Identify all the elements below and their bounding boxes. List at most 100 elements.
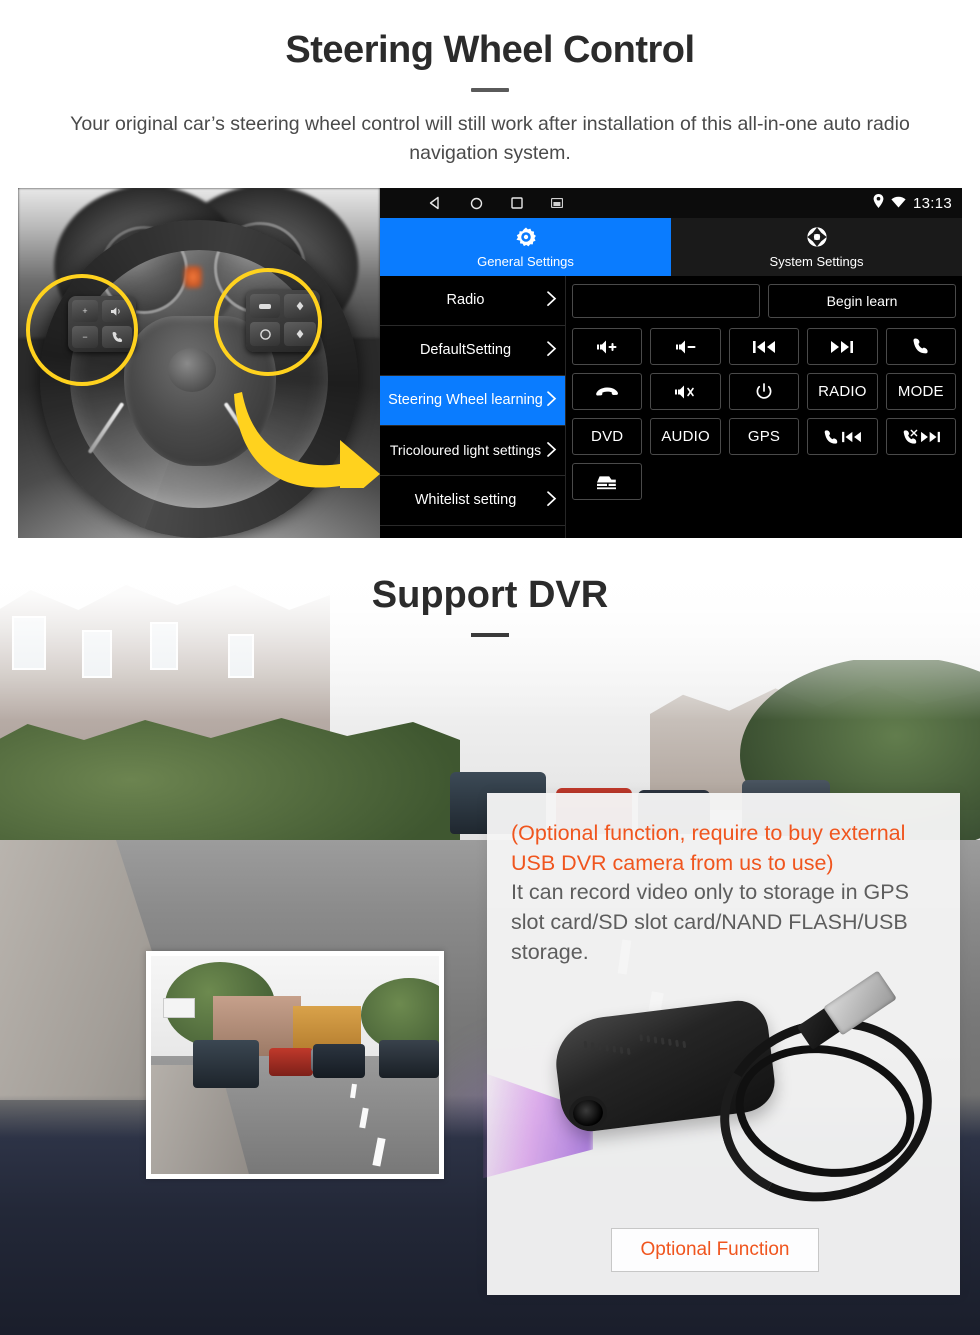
previous-track-icon bbox=[752, 340, 775, 353]
dvr-title-divider bbox=[471, 633, 509, 637]
key-call-end-next[interactable] bbox=[885, 418, 956, 455]
wifi-icon bbox=[891, 195, 906, 212]
thumb-car-right bbox=[379, 1040, 439, 1078]
key-next-track[interactable] bbox=[807, 328, 878, 365]
key-radio[interactable]: RADIO bbox=[807, 373, 878, 410]
key-mode-label: MODE bbox=[897, 383, 944, 400]
dvr-storage-note: It can record video only to storage in G… bbox=[511, 880, 909, 964]
menu-item-radio-label: Radio bbox=[446, 292, 485, 309]
power-icon bbox=[756, 382, 772, 399]
settings-body: Radio DefaultSetting Steering Wheel lear… bbox=[380, 276, 962, 538]
product-feature-page: Steering Wheel Control Your original car… bbox=[0, 0, 980, 1335]
dashcam-thumbnail bbox=[146, 951, 444, 1179]
aperture-icon bbox=[806, 226, 828, 251]
dvr-title: Support DVR bbox=[371, 574, 609, 616]
begin-learn-label: Begin learn bbox=[826, 293, 898, 309]
learnable-key-grid: RADIO MODE DVD AUDIO GPS bbox=[572, 328, 956, 500]
key-mode[interactable]: MODE bbox=[885, 373, 956, 410]
menu-item-radio[interactable]: Radio bbox=[380, 276, 565, 326]
menu-item-defaultsetting-label: DefaultSetting bbox=[419, 342, 512, 359]
volume-down-icon bbox=[675, 340, 696, 353]
menu-item-tricoloured-light-settings[interactable]: Tricoloured light settings bbox=[380, 426, 565, 476]
next-track-icon bbox=[831, 340, 854, 353]
menu-item-tricoloured-light-settings-label: Tricoloured light settings bbox=[389, 442, 542, 459]
steering-wheel-control-section: Steering Wheel Control Your original car… bbox=[0, 0, 980, 540]
key-power[interactable] bbox=[728, 373, 800, 410]
page-title: Steering Wheel Control bbox=[285, 29, 695, 71]
menu-item-steering-wheel-learning-label: Steering Wheel learning bbox=[388, 392, 543, 409]
key-audio[interactable]: AUDIO bbox=[650, 418, 721, 455]
key-gps[interactable]: GPS bbox=[728, 418, 800, 455]
key-volume-down[interactable] bbox=[650, 328, 721, 365]
key-call-previous[interactable] bbox=[807, 418, 878, 455]
highlight-circle-right bbox=[214, 268, 322, 376]
usb-dvr-camera-photo bbox=[483, 968, 954, 1227]
android-nav-bar bbox=[428, 196, 563, 210]
key-call[interactable] bbox=[885, 328, 956, 365]
status-time: 13:13 bbox=[912, 194, 952, 212]
key-gps-label: GPS bbox=[747, 428, 781, 445]
recents-icon[interactable] bbox=[511, 197, 523, 209]
settings-menu-list: Radio DefaultSetting Steering Wheel lear… bbox=[380, 276, 566, 538]
chevron-right-icon bbox=[546, 490, 557, 511]
tab-system-settings-label: System Settings bbox=[769, 253, 864, 269]
dvr-optional-notice: (Optional function, require to buy exter… bbox=[511, 821, 906, 875]
optional-function-button[interactable]: Optional Function bbox=[611, 1228, 819, 1272]
screenshot-icon[interactable] bbox=[551, 198, 563, 208]
volume-up-icon bbox=[597, 340, 617, 353]
key-previous-track[interactable] bbox=[728, 328, 800, 365]
android-status-bar: 13:13 bbox=[380, 188, 962, 218]
chevron-right-icon bbox=[546, 340, 557, 361]
key-audio-label: AUDIO bbox=[661, 428, 710, 445]
thumb-car-red bbox=[269, 1048, 313, 1076]
curved-arrow-icon bbox=[234, 392, 380, 508]
next-track-icon bbox=[920, 431, 940, 442]
thumb-car-suv bbox=[193, 1040, 259, 1088]
mute-icon bbox=[674, 385, 694, 398]
call-icon bbox=[825, 429, 838, 444]
pointer-arrow bbox=[232, 378, 380, 508]
key-dvd[interactable]: DVD bbox=[572, 418, 643, 455]
learned-key-display[interactable] bbox=[572, 284, 760, 318]
panel-top-row: Begin learn bbox=[572, 284, 956, 318]
menu-item-whitelist-setting-label: Whitelist setting bbox=[414, 492, 517, 509]
optional-function-label: Optional Function bbox=[640, 1239, 790, 1260]
location-pin-icon bbox=[873, 194, 884, 212]
steering-description: Your original car’s steering wheel contr… bbox=[70, 112, 910, 165]
tab-system-settings[interactable]: System Settings bbox=[671, 218, 962, 276]
key-hangup[interactable] bbox=[572, 373, 643, 410]
gear-icon bbox=[515, 226, 537, 251]
airbag-center bbox=[168, 348, 216, 392]
key-car[interactable] bbox=[572, 463, 643, 500]
menu-item-defaultsetting[interactable]: DefaultSetting bbox=[380, 326, 565, 376]
thumb-roadsign bbox=[163, 998, 195, 1018]
back-icon[interactable] bbox=[428, 196, 442, 210]
previous-track-icon bbox=[842, 431, 862, 442]
home-icon[interactable] bbox=[470, 197, 483, 210]
settings-tab-bar: General Settings System Settings bbox=[380, 218, 962, 276]
thumb-car-black bbox=[313, 1044, 365, 1078]
car-icon bbox=[597, 475, 617, 489]
tab-general-settings-label: General Settings bbox=[477, 253, 574, 269]
key-mute[interactable] bbox=[650, 373, 721, 410]
menu-item-whitelist-setting[interactable]: Whitelist setting bbox=[380, 476, 565, 526]
call-end-icon bbox=[903, 429, 918, 444]
dvr-info-panel: (Optional function, require to buy exter… bbox=[483, 793, 960, 1295]
key-volume-up[interactable] bbox=[572, 328, 643, 365]
hangup-icon bbox=[596, 387, 619, 396]
key-radio-label: RADIO bbox=[818, 383, 867, 400]
highlight-circle-left bbox=[26, 274, 138, 386]
chevron-right-icon bbox=[546, 290, 557, 311]
chevron-right-icon bbox=[546, 390, 557, 411]
menu-item-steering-wheel-learning[interactable]: Steering Wheel learning bbox=[380, 376, 565, 426]
begin-learn-button[interactable]: Begin learn bbox=[768, 284, 956, 318]
chevron-right-icon bbox=[546, 441, 557, 460]
tab-general-settings[interactable]: General Settings bbox=[380, 218, 671, 276]
steering-learning-panel: Begin learn RADIO MODE DVD AUDIO GPS bbox=[566, 276, 962, 538]
feature-image-strip: + − 13:13 General Settings System Settin… bbox=[18, 188, 962, 538]
steering-wheel-photo: + − bbox=[18, 188, 380, 538]
status-indicators: 13:13 bbox=[873, 194, 952, 212]
head-unit-screenshot: 13:13 General Settings System Settings R… bbox=[380, 188, 962, 538]
call-icon bbox=[913, 338, 928, 353]
key-dvd-label: DVD bbox=[591, 428, 624, 445]
